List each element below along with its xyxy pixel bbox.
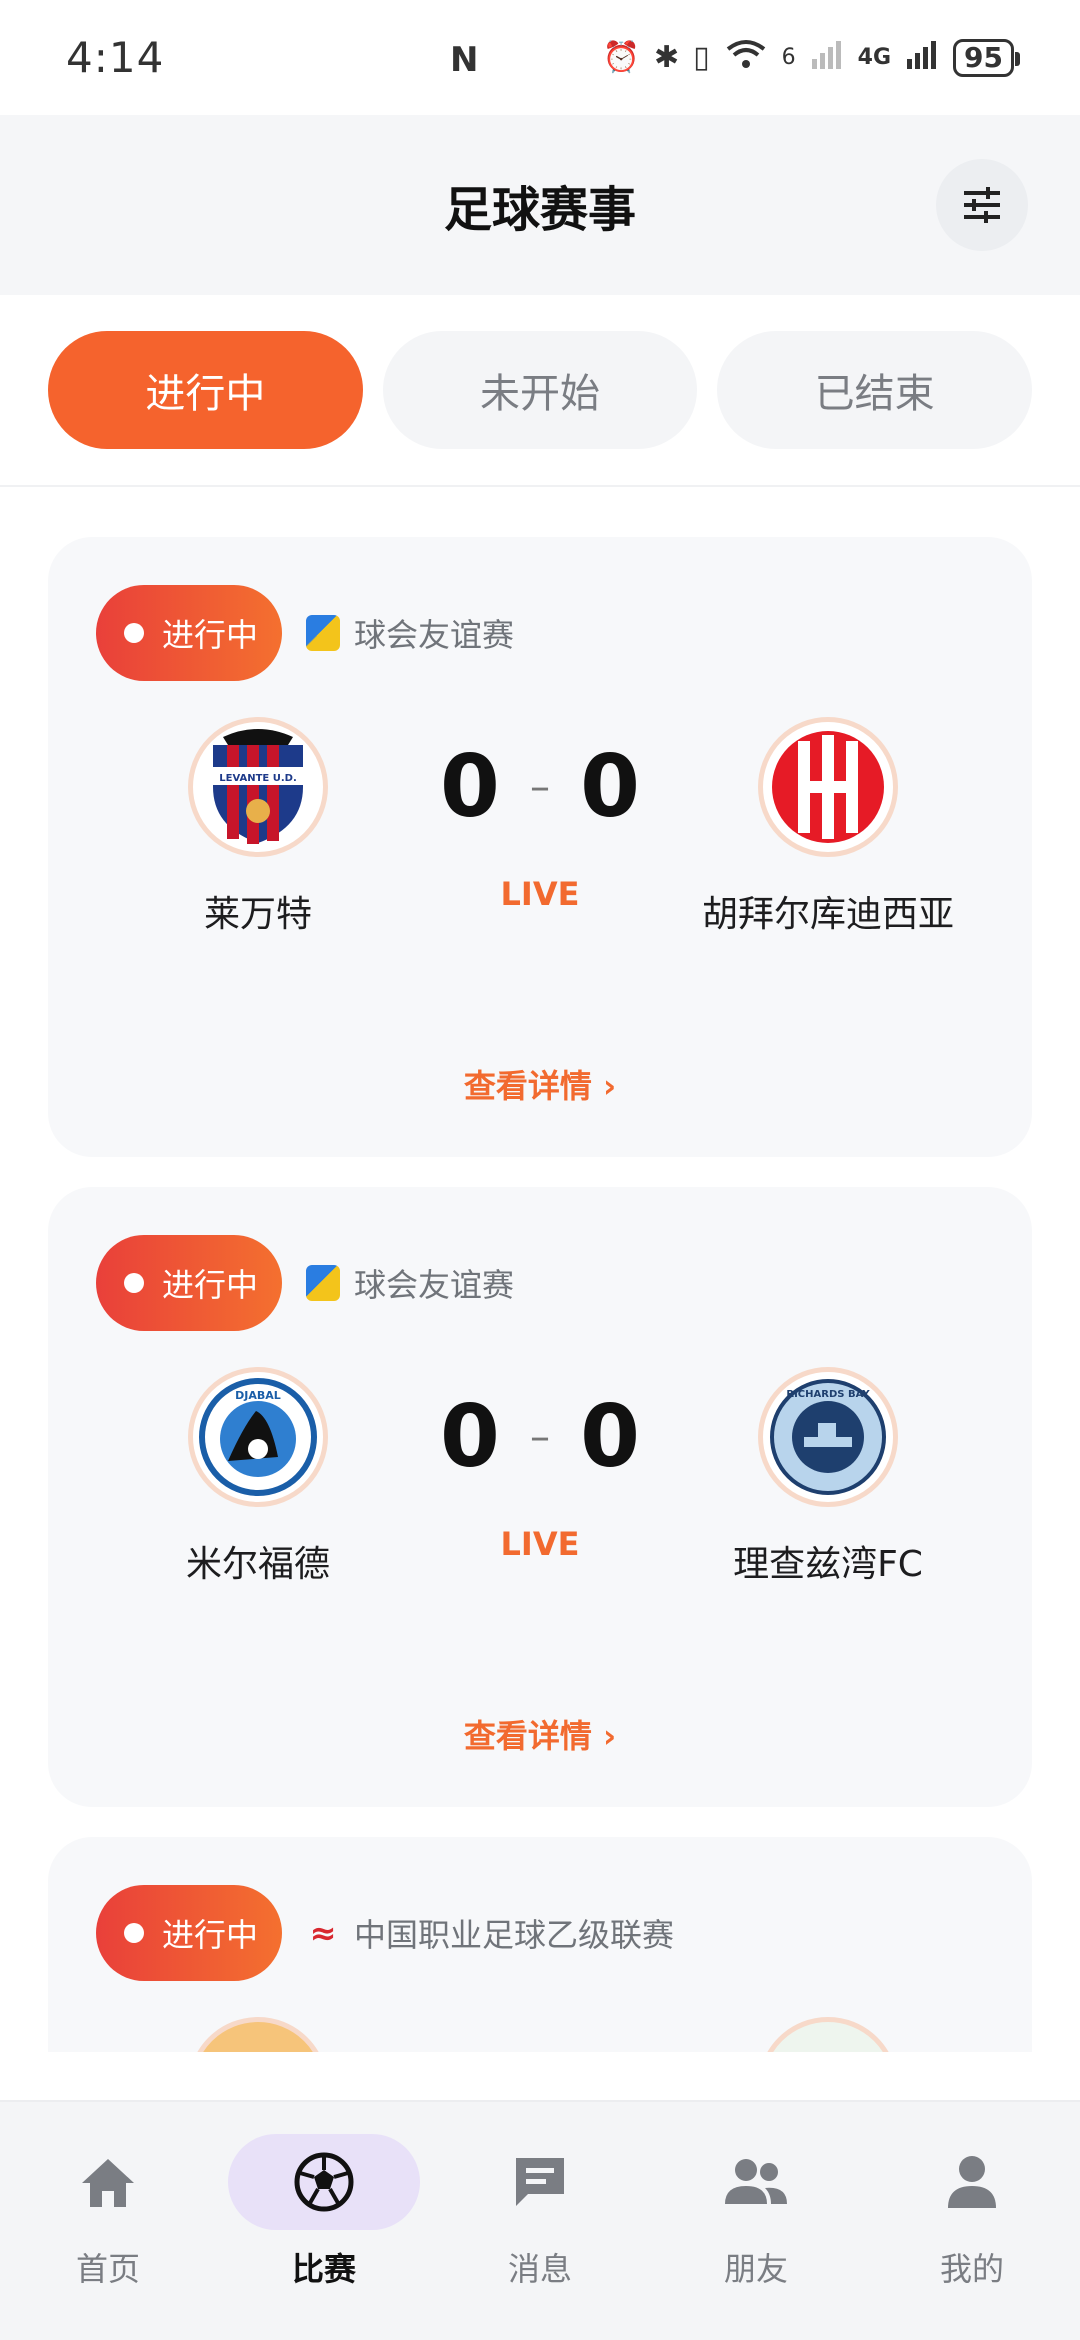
status-badge: 进行中 — [96, 1235, 282, 1331]
nfc-icon: N — [450, 40, 479, 80]
friends-icon — [725, 2159, 787, 2204]
team-name: 米尔福德 — [185, 1544, 330, 1585]
team-name: 莱万特 — [203, 894, 312, 935]
status-label: 进行中 — [162, 1916, 259, 1954]
live-dot-icon — [124, 1923, 144, 1943]
status-label: 进行中 — [162, 616, 259, 654]
sliders-icon — [964, 187, 1000, 223]
home-score: 0 — [440, 737, 500, 837]
home-score: 0 — [440, 1387, 500, 1487]
tab-finished[interactable]: 已结束 — [717, 331, 1033, 449]
nav-matches[interactable]: 比赛 — [228, 2134, 420, 2294]
home-team[interactable]: DJABAL 米尔福德 — [108, 1367, 408, 1587]
soccer-ball-icon — [294, 2152, 354, 2212]
signal-icon-1 — [810, 37, 844, 79]
logo-text: RICHARDS BAY — [786, 1389, 870, 1400]
away-team[interactable] — [678, 2017, 978, 2052]
filter-button[interactable] — [936, 159, 1028, 251]
team-logo: LEVANTE U.D. — [188, 717, 328, 857]
status-time: 4:14 — [66, 33, 165, 82]
vibrate-icon: ▯ — [693, 40, 710, 75]
live-label: LIVE — [500, 1525, 580, 1563]
team-name: 理查兹湾FC — [733, 1544, 923, 1585]
league-name: 球会友谊赛 — [354, 616, 515, 654]
bluetooth-icon: ✱ — [654, 40, 680, 75]
page-title: 足球赛事 — [443, 182, 636, 238]
live-dot-icon — [124, 1273, 144, 1293]
logo-text: LEVANTE U.D. — [219, 773, 297, 784]
league-icon — [306, 1265, 340, 1301]
match-card[interactable]: 进行中 ≈ 中国职业足球乙级联赛 — [48, 1837, 1032, 2052]
view-details-link[interactable]: 查看详情 › — [48, 1711, 1032, 1757]
team-logo: DJABAL — [188, 1367, 328, 1507]
league-name: 中国职业足球乙级联赛 — [354, 1916, 675, 1954]
bottom-nav: 首页 比赛 消息 朋友 我的 — [0, 2100, 1080, 2340]
view-details-link[interactable]: 查看详情 › — [48, 1061, 1032, 1107]
score: 0 – 0 — [440, 1387, 640, 1487]
away-team[interactable]: RICHARDS BAY 理查兹湾FC — [678, 1367, 978, 1587]
signal-icon-2 — [905, 37, 939, 79]
away-score: 0 — [580, 737, 640, 837]
status-label: 进行中 — [162, 1266, 259, 1304]
league: ≈ 中国职业足球乙级联赛 — [306, 1907, 674, 1959]
nav-messages[interactable]: 消息 — [444, 2134, 636, 2294]
team-logo — [758, 717, 898, 857]
alarm-icon: ⏰ — [602, 40, 640, 75]
league: 球会友谊赛 — [306, 1257, 514, 1309]
page-header: 足球赛事 — [0, 115, 1080, 295]
signal-label-2: 4G — [857, 45, 892, 70]
tab-not-started[interactable]: 未开始 — [382, 331, 698, 449]
league-icon: ≈ — [309, 1914, 337, 1952]
team-logo — [758, 2017, 898, 2052]
status-icons: ⏰ ✱ ▯ 6 4G 95 — [602, 37, 1020, 79]
battery-icon: 95 — [953, 38, 1020, 77]
nav-home[interactable]: 首页 — [12, 2134, 204, 2294]
signal-label-1: 6 — [781, 45, 796, 70]
status-badge: 进行中 — [96, 585, 282, 681]
nav-friends[interactable]: 朋友 — [660, 2134, 852, 2294]
status-bar: 4:14 N ⏰ ✱ ▯ 6 4G 95 — [0, 0, 1080, 115]
score-separator: – — [530, 764, 550, 810]
team-logo: RICHARDS BAY — [758, 1367, 898, 1507]
nav-label: 朋友 — [723, 2250, 788, 2288]
match-card[interactable]: 进行中 球会友谊赛 LEVANTE U.D. 莱万特 0 – 0 LIVE 胡拜… — [48, 537, 1032, 1157]
profile-icon — [948, 2156, 996, 2208]
team-logo — [188, 2017, 328, 2052]
league: 球会友谊赛 — [306, 607, 514, 659]
nav-label: 首页 — [75, 2250, 140, 2288]
home-team[interactable] — [108, 2017, 408, 2052]
status-badge: 进行中 — [96, 1885, 282, 1981]
wifi-icon — [724, 37, 768, 79]
score: 0 – 0 — [440, 737, 640, 837]
live-dot-icon — [124, 623, 144, 643]
league-name: 球会友谊赛 — [354, 1266, 515, 1304]
live-label: LIVE — [500, 875, 580, 913]
team-name: 胡拜尔库迪西亚 — [701, 894, 954, 935]
status-tabs: 进行中 未开始 已结束 — [0, 295, 1080, 487]
logo-text: DJABAL — [235, 1389, 281, 1402]
nav-profile[interactable]: 我的 — [876, 2134, 1068, 2294]
away-score: 0 — [580, 1387, 640, 1487]
home-team[interactable]: LEVANTE U.D. 莱万特 — [108, 717, 408, 937]
away-team[interactable]: 胡拜尔库迪西亚 — [678, 717, 978, 937]
league-icon — [306, 615, 340, 651]
tab-in-progress[interactable]: 进行中 — [48, 331, 363, 449]
match-card[interactable]: 进行中 球会友谊赛 DJABAL 米尔福德 0 – 0 LIVE RICHARD… — [48, 1187, 1032, 1807]
nav-label: 消息 — [507, 2250, 572, 2288]
message-icon — [516, 2158, 564, 2206]
match-list[interactable]: 进行中 球会友谊赛 LEVANTE U.D. 莱万特 0 – 0 LIVE 胡拜… — [0, 487, 1080, 2052]
nav-label: 比赛 — [291, 2250, 356, 2288]
home-icon — [82, 2159, 134, 2207]
nav-label: 我的 — [939, 2250, 1004, 2288]
score-separator: – — [530, 1414, 550, 1460]
